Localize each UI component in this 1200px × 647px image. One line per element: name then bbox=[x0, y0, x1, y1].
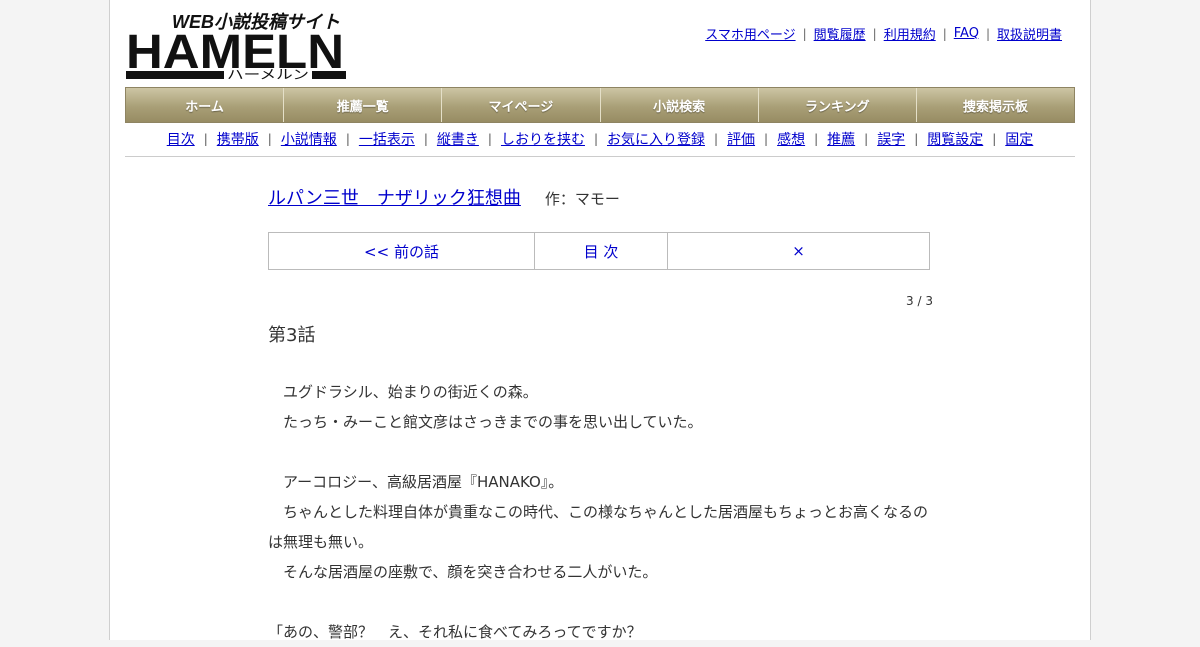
subnav-toc[interactable]: 目次 bbox=[167, 129, 195, 149]
sub-nav: 目次 | 携帯版 | 小説情報 | 一括表示 | 縦書き | しおりを挟む | … bbox=[125, 122, 1075, 157]
subnav-novel-info[interactable]: 小説情報 bbox=[281, 129, 337, 149]
subnav-recommend[interactable]: 推薦 bbox=[827, 129, 855, 149]
paragraph: そんな居酒屋の座敷で、顔を突き合わせる二人がいた。 bbox=[268, 563, 658, 581]
page-container: WEB小説投稿サイト HAMELN ハーメルン スマホ用ページ | 閲覧履歴 |… bbox=[109, 0, 1091, 641]
faq-link[interactable]: FAQ bbox=[954, 26, 979, 41]
chapter-nav: << 前の話 目 次 × bbox=[268, 232, 930, 270]
nav-ranking[interactable]: ランキング bbox=[758, 88, 917, 122]
nav-home[interactable]: ホーム bbox=[126, 88, 285, 122]
subnav-rating[interactable]: 評価 bbox=[727, 129, 755, 149]
chapter-body: ユグドラシル、始まりの街近くの森。 たっち・みーこと館文彦はさっきまでの事を思い… bbox=[268, 377, 932, 647]
paragraph: ユグドラシル、始まりの街近くの森。 bbox=[268, 383, 538, 401]
subnav-vertical[interactable]: 縦書き bbox=[437, 129, 479, 149]
history-link[interactable]: 閲覧履歴 bbox=[814, 24, 866, 43]
chapter-title: 第3話 bbox=[268, 325, 316, 346]
paragraph-blank bbox=[268, 587, 932, 617]
subnav-mobile[interactable]: 携帯版 bbox=[217, 129, 259, 149]
nav-mypage[interactable]: マイページ bbox=[442, 88, 601, 122]
paragraph: 「あの、警部？ え、それ私に食べてみろってですか？ bbox=[268, 623, 642, 641]
page-count: 3 / 3 bbox=[906, 294, 933, 308]
subnav-pin[interactable]: 固定 bbox=[1005, 129, 1033, 149]
paragraph-blank bbox=[268, 437, 932, 467]
hameln-logo[interactable]: WEB小説投稿サイト HAMELN ハーメルン bbox=[126, 10, 346, 82]
top-links: スマホ用ページ | 閲覧履歴 | 利用規約 | FAQ | 取扱説明書 bbox=[705, 24, 1062, 43]
subnav-view-settings[interactable]: 閲覧設定 bbox=[927, 129, 983, 149]
novel-header: ルパン三世 ナザリック狂想曲 作：マモー bbox=[268, 184, 620, 210]
subnav-show-all[interactable]: 一括表示 bbox=[359, 129, 415, 149]
manual-link[interactable]: 取扱説明書 bbox=[997, 24, 1062, 43]
main-nav: ホーム 推薦一覧 マイページ 小説検索 ランキング 捜索掲示板 bbox=[125, 87, 1075, 123]
toc-button[interactable]: 目 次 bbox=[535, 233, 668, 269]
novel-title-link[interactable]: ルパン三世 ナザリック狂想曲 bbox=[268, 184, 521, 210]
logo-kana: ハーメルン bbox=[227, 67, 309, 82]
nav-search-board[interactable]: 捜索掲示板 bbox=[916, 88, 1075, 122]
subnav-comments[interactable]: 感想 bbox=[777, 129, 805, 149]
subnav-favorite[interactable]: お気に入り登録 bbox=[607, 129, 705, 149]
author-name: 作：マモー bbox=[544, 190, 620, 208]
subnav-bookmark[interactable]: しおりを挟む bbox=[501, 129, 585, 149]
terms-link[interactable]: 利用規約 bbox=[884, 24, 936, 43]
smartphone-page-link[interactable]: スマホ用ページ bbox=[705, 24, 795, 43]
close-button[interactable]: × bbox=[668, 233, 929, 269]
paragraph: アーコロジー、高級居酒屋『HANAKO』。 bbox=[268, 473, 564, 491]
nav-recommendations[interactable]: 推薦一覧 bbox=[284, 88, 443, 122]
subnav-typo[interactable]: 誤字 bbox=[877, 129, 905, 149]
nav-novel-search[interactable]: 小説検索 bbox=[600, 88, 759, 122]
paragraph: ちゃんとした料理自体が貴重なこの時代、この様なちゃんとした居酒屋もちょっとお高く… bbox=[268, 503, 929, 551]
prev-chapter-button[interactable]: << 前の話 bbox=[269, 233, 535, 269]
paragraph: たっち・みーこと館文彦はさっきまでの事を思い出していた。 bbox=[268, 413, 703, 431]
